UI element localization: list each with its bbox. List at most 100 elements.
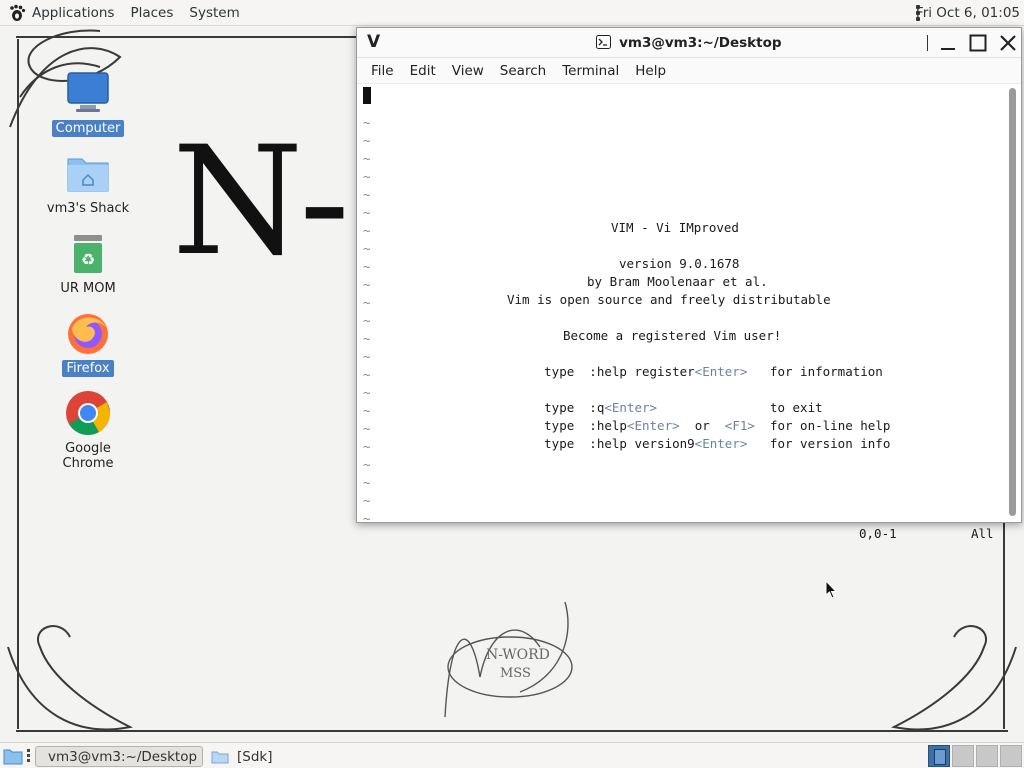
- help-command: type :help register: [544, 364, 695, 379]
- empty-line-tilde: ~: [363, 403, 371, 418]
- vim-help-line-version: type :help version9<Enter> for version i…: [499, 417, 890, 471]
- firefox-icon: [68, 314, 108, 354]
- vim-version: version 9.0.1678: [619, 256, 740, 271]
- folder-icon: [211, 751, 229, 763]
- workspace-3[interactable]: [976, 745, 998, 767]
- menu-terminal[interactable]: Terminal: [554, 63, 627, 79]
- help-key: <Enter>: [694, 436, 748, 451]
- titlebar-separator: [927, 35, 928, 51]
- terminal-titlebar[interactable]: V vm3@vm3:~/Desktop: [357, 28, 1021, 58]
- help-command: type :help version9: [544, 436, 695, 451]
- maximize-icon: [969, 34, 987, 52]
- mouse-pointer-icon: [825, 580, 838, 599]
- window-title-text: vm3@vm3:~/Desktop: [619, 35, 782, 51]
- gnome-foot-icon: [10, 4, 26, 21]
- applications-menu[interactable]: Applications: [0, 0, 122, 26]
- minimize-icon: [941, 48, 955, 50]
- empty-line-tilde: ~: [363, 385, 371, 400]
- vim-license: Vim is open source and freely distributa…: [507, 292, 831, 307]
- taskbar-item-terminal[interactable]: vm3@vm3:~/Desktop: [35, 746, 203, 767]
- menu-help[interactable]: Help: [627, 63, 674, 79]
- empty-line-tilde: ~: [363, 169, 371, 184]
- close-icon: [1000, 35, 1016, 51]
- taskbar-item-label: vm3@vm3:~/Desktop: [48, 748, 198, 765]
- menu-search[interactable]: Search: [492, 63, 554, 79]
- bottom-panel: vm3@vm3:~/Desktop [Sdk]: [0, 742, 1024, 768]
- close-button[interactable]: [997, 32, 1019, 54]
- empty-line-tilde: ~: [363, 439, 371, 454]
- empty-line-tilde: ~: [363, 331, 371, 346]
- computer-icon: [67, 72, 109, 112]
- desktop-icon-label: vm3's Shack: [46, 201, 130, 216]
- home-folder-icon: [67, 158, 109, 192]
- text-cursor: [363, 87, 371, 104]
- workspace-switcher: [926, 745, 1022, 767]
- terminal-scrollbar[interactable]: [1007, 86, 1019, 518]
- wallpaper-text: N-: [172, 115, 350, 289]
- help-description: for version info: [747, 436, 891, 451]
- empty-line-tilde: ~: [363, 349, 371, 364]
- terminal-menubar: File Edit View Search Terminal Help: [357, 58, 1021, 84]
- empty-line-tilde: ~: [363, 475, 371, 490]
- taskbar-item-label: [Sdk]: [237, 748, 273, 765]
- desktop-icon-trash[interactable]: ♻ UR MOM: [38, 229, 138, 297]
- empty-line-tilde: ~: [363, 151, 371, 166]
- chrome-icon: [66, 391, 110, 435]
- menu-edit[interactable]: Edit: [402, 63, 444, 79]
- empty-line-tilde: ~: [363, 259, 371, 274]
- terminal-window[interactable]: V vm3@vm3:~/Desktop File Edit View Searc…: [356, 27, 1022, 541]
- workspace-2[interactable]: [952, 745, 974, 767]
- empty-line-tilde: ~: [363, 241, 371, 256]
- empty-line-tilde: ~: [363, 313, 371, 328]
- empty-line-tilde: ~: [363, 187, 371, 202]
- maximize-button[interactable]: [967, 32, 989, 54]
- menu-view[interactable]: View: [444, 63, 492, 79]
- desktop-icon-label: Computer: [51, 120, 125, 137]
- desktop-icon-label: Firefox: [62, 360, 114, 377]
- vim-author: by Bram Moolenaar et al.: [587, 274, 768, 289]
- panel-clock[interactable]: Fri Oct 6, 01:05: [916, 0, 1020, 26]
- scrollbar-thumb[interactable]: [1009, 88, 1016, 516]
- minimize-button[interactable]: [937, 32, 959, 54]
- show-desktop-icon: [3, 749, 23, 765]
- empty-line-tilde: ~: [363, 493, 371, 508]
- menu-file[interactable]: File: [363, 63, 402, 79]
- empty-line-tilde: ~: [363, 133, 371, 148]
- workspace-1[interactable]: [928, 745, 950, 767]
- desktop-icon-home[interactable]: vm3's Shack: [38, 149, 138, 217]
- desktop-icon-label: UR MOM: [60, 281, 116, 296]
- vim-scroll-indicator: All: [971, 526, 994, 541]
- applications-menu-label: Applications: [32, 4, 115, 21]
- svg-text:MSS: MSS: [500, 666, 531, 681]
- show-desktop-button[interactable]: [3, 747, 23, 768]
- system-menu[interactable]: System: [181, 0, 247, 26]
- empty-line-tilde: ~: [363, 277, 371, 292]
- desktop-icon-label: Google Chrome: [62, 441, 114, 471]
- empty-line-tilde: ~: [363, 511, 371, 526]
- svg-text:♻: ♻: [81, 250, 95, 269]
- desktop-icon-firefox[interactable]: Firefox: [38, 309, 138, 377]
- taskbar-item-sdk[interactable]: [Sdk]: [205, 746, 279, 767]
- vim-title: VIM - Vi IMproved: [611, 220, 739, 235]
- desktop-icon-computer[interactable]: Computer: [38, 69, 138, 137]
- panel-handle-icon: [27, 749, 31, 763]
- terminal-content[interactable]: ~ ~ ~ ~ ~ ~ ~ ~ ~ ~ ~ ~ ~ ~ ~ ~ ~ ~ ~ ~ …: [357, 85, 1005, 541]
- empty-line-tilde: ~: [363, 457, 371, 472]
- empty-line-tilde: ~: [363, 421, 371, 436]
- help-description: for information: [747, 364, 883, 379]
- empty-line-tilde: ~: [363, 115, 371, 130]
- vim-cursor-position: 0,0-1: [859, 526, 897, 541]
- desktop-icon-chrome[interactable]: Google Chrome: [38, 389, 138, 472]
- svg-text:N-WORD: N-WORD: [486, 647, 550, 663]
- help-key: <Enter>: [694, 364, 748, 379]
- empty-line-tilde: ~: [363, 205, 371, 220]
- window-title: vm3@vm3:~/Desktop: [357, 35, 1021, 51]
- places-menu[interactable]: Places: [122, 0, 181, 26]
- vim-register-prompt: Become a registered Vim user!: [563, 328, 782, 343]
- empty-line-tilde: ~: [363, 367, 371, 382]
- workspace-4[interactable]: [1000, 745, 1022, 767]
- empty-line-tilde: ~: [363, 223, 371, 238]
- empty-line-tilde: ~: [363, 295, 371, 310]
- top-panel: Applications Places System Fri Oct 6, 01…: [0, 0, 1024, 26]
- trash-icon: ♻: [74, 235, 102, 273]
